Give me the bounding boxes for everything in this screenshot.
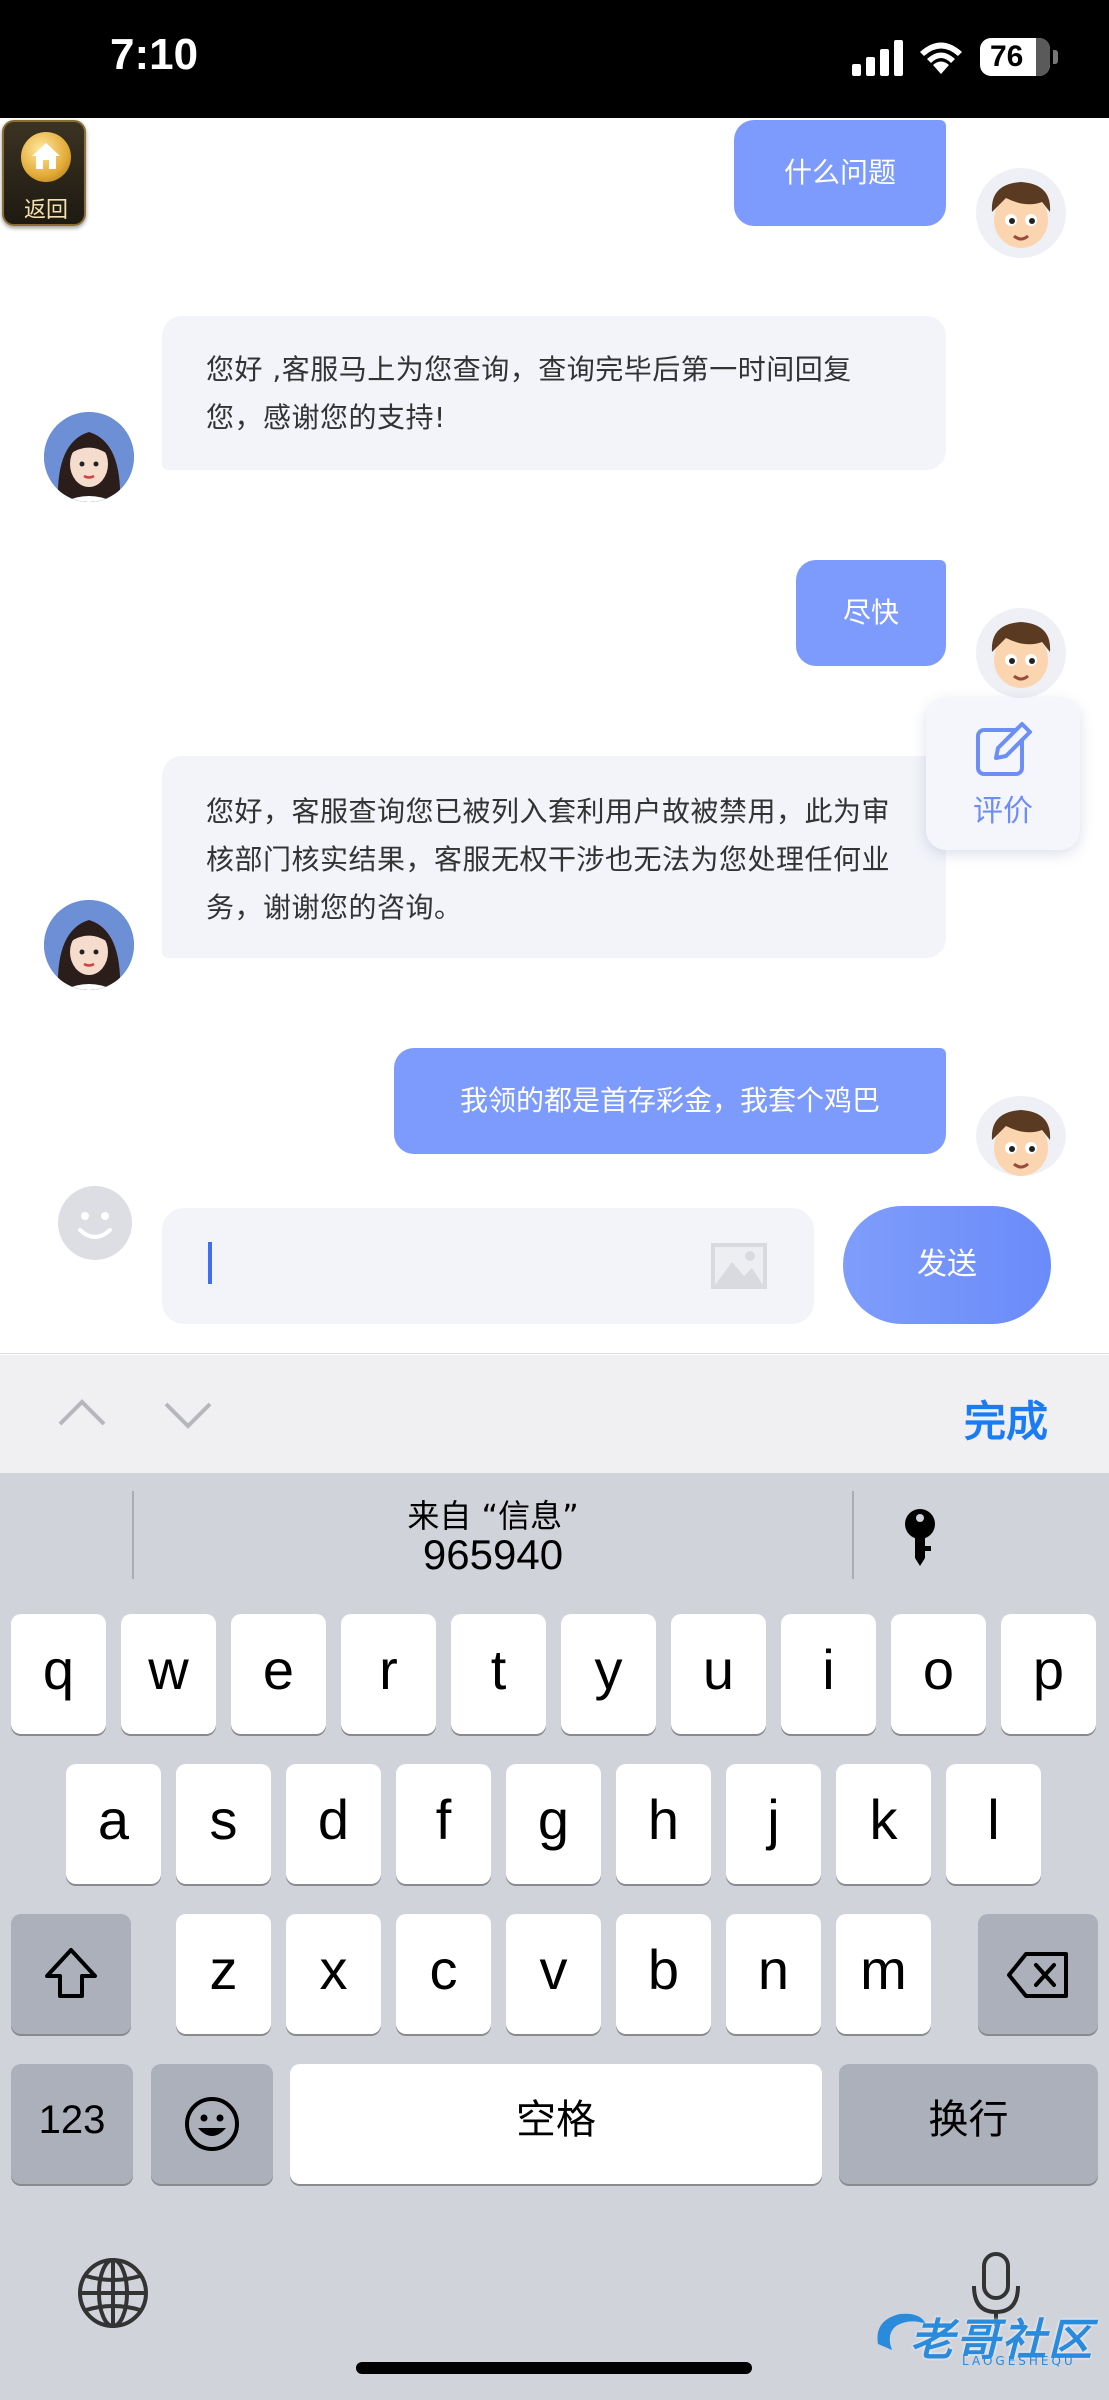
status-bar: 7:10 76 bbox=[0, 0, 1109, 118]
agent-avatar bbox=[44, 412, 134, 502]
key-l[interactable]: l bbox=[946, 1764, 1041, 1884]
globe-icon[interactable] bbox=[76, 2256, 150, 2330]
text-cursor bbox=[208, 1242, 212, 1284]
home-icon bbox=[21, 132, 71, 182]
emoji-button[interactable] bbox=[58, 1186, 132, 1260]
space-key[interactable]: 空格 bbox=[290, 2064, 822, 2184]
wifi-icon bbox=[920, 42, 962, 74]
user-message: 我领的都是首存彩金，我套个鸡巴 bbox=[394, 1048, 946, 1154]
delete-key[interactable] bbox=[978, 1914, 1098, 2034]
autofill-suggestion-bar: 来自 “信息” 965940 bbox=[0, 1473, 1109, 1593]
shift-icon bbox=[45, 1948, 97, 1998]
agent-message: 您好，客服查询您已被列入套利用户故被禁用，此为审核部门核实结果，客服无权干涉也无… bbox=[162, 756, 946, 958]
send-button[interactable]: 发送 bbox=[843, 1206, 1051, 1324]
done-button[interactable]: 完成 bbox=[964, 1388, 1048, 1449]
key-n[interactable]: n bbox=[726, 1914, 821, 2034]
key-m[interactable]: m bbox=[836, 1914, 931, 2034]
key-k[interactable]: k bbox=[836, 1764, 931, 1884]
home-indicator[interactable] bbox=[356, 2362, 752, 2374]
key-v[interactable]: v bbox=[506, 1914, 601, 2034]
key-f[interactable]: f bbox=[396, 1764, 491, 1884]
battery-icon: 76 bbox=[980, 38, 1058, 76]
chevron-down-icon[interactable] bbox=[162, 1388, 214, 1440]
rate-label: 评价 bbox=[973, 794, 1033, 829]
status-time: 7:10 bbox=[110, 30, 199, 79]
emoji-icon bbox=[185, 2097, 239, 2151]
emoji-key[interactable] bbox=[151, 2064, 273, 2184]
key-h[interactable]: h bbox=[616, 1764, 711, 1884]
key-y[interactable]: y bbox=[561, 1614, 656, 1734]
key-x[interactable]: x bbox=[286, 1914, 381, 2034]
return-key[interactable]: 换行 bbox=[839, 2064, 1098, 2184]
key-r[interactable]: r bbox=[341, 1614, 436, 1734]
user-avatar bbox=[976, 1096, 1066, 1176]
key-i[interactable]: i bbox=[781, 1614, 876, 1734]
numbers-key[interactable]: 123 bbox=[11, 2064, 133, 2184]
battery-level: 76 bbox=[990, 40, 1024, 73]
key-a[interactable]: a bbox=[66, 1764, 161, 1884]
key-g[interactable]: g bbox=[506, 1764, 601, 1884]
agent-message: 您好 ,客服马上为您查询，查询完毕后第一时间回复您，感谢您的支持! bbox=[162, 316, 946, 470]
user-avatar bbox=[976, 608, 1066, 698]
key-b[interactable]: b bbox=[616, 1914, 711, 2034]
watermark-subtext: LAOGESHEQU bbox=[962, 2354, 1076, 2368]
watermark-logo: 老哥社区 LAOGESHEQU bbox=[870, 2300, 1102, 2370]
shift-key[interactable] bbox=[11, 1914, 131, 2034]
back-label: 返回 bbox=[23, 198, 68, 223]
key-z[interactable]: z bbox=[176, 1914, 271, 2034]
chevron-up-icon[interactable] bbox=[56, 1388, 108, 1440]
key-e[interactable]: e bbox=[231, 1614, 326, 1734]
back-button[interactable]: 返回 bbox=[2, 120, 86, 226]
edit-icon bbox=[976, 722, 1032, 776]
image-icon[interactable] bbox=[710, 1242, 768, 1290]
cellular-signal-icon bbox=[852, 40, 904, 76]
smiley-icon bbox=[78, 1212, 112, 1239]
key-w[interactable]: w bbox=[121, 1614, 216, 1734]
rate-button[interactable]: 评价 bbox=[926, 698, 1080, 850]
key-q[interactable]: q bbox=[11, 1614, 106, 1734]
autofill-code[interactable]: 965940 bbox=[134, 1531, 852, 1579]
user-message: 什么问题 bbox=[734, 120, 946, 226]
key-s[interactable]: s bbox=[176, 1764, 271, 1884]
key-j[interactable]: j bbox=[726, 1764, 821, 1884]
passwords-key-icon[interactable] bbox=[902, 1508, 938, 1572]
message-input[interactable] bbox=[162, 1208, 814, 1324]
backspace-icon bbox=[1007, 1952, 1068, 1998]
key-c[interactable]: c bbox=[396, 1914, 491, 2034]
key-o[interactable]: o bbox=[891, 1614, 986, 1734]
agent-avatar bbox=[44, 900, 134, 990]
key-u[interactable]: u bbox=[671, 1614, 766, 1734]
user-avatar bbox=[976, 168, 1066, 258]
user-message: 尽快 bbox=[796, 560, 946, 666]
key-d[interactable]: d bbox=[286, 1764, 381, 1884]
key-p[interactable]: p bbox=[1001, 1614, 1096, 1734]
key-t[interactable]: t bbox=[451, 1614, 546, 1734]
